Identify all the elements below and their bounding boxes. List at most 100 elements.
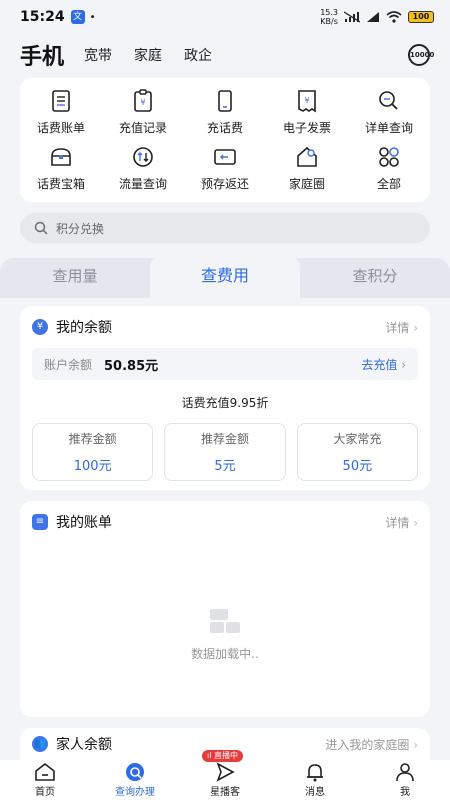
family-circle-icon xyxy=(297,146,317,167)
recharge-option[interactable]: 大家常充 50元 xyxy=(296,423,418,481)
bill-card: ≡ 我的账单 详情 数据加载中.. xyxy=(20,501,430,717)
grid-label: 电子发票 xyxy=(282,121,331,135)
nav-query[interactable]: 查询办理 xyxy=(90,762,180,798)
nav-profile[interactable]: 我 xyxy=(360,762,450,798)
data-query-icon xyxy=(133,147,153,167)
signal-icon xyxy=(367,12,379,22)
grid-label: 详单查询 xyxy=(364,121,413,135)
grid-item-detail-query[interactable]: 详单查询 xyxy=(348,84,430,140)
grid-item-treasure-box[interactable]: 话费宝箱 xyxy=(20,140,102,196)
recharge-record-icon: ¥ xyxy=(134,89,152,112)
query-tabs: 查用量 查费用 查积分 xyxy=(0,254,450,298)
loading-text: 数据加载中.. xyxy=(191,647,259,661)
nav-star-broadcast[interactable]: 星播客 xyxy=(180,762,270,798)
net-speed: 15.3 KB/s xyxy=(320,8,338,26)
function-grid: 话费账单 ¥ 充值记录 充话费 ¥ 电子发票 详单查询 话费宝箱 流量查询 预存… xyxy=(20,78,430,202)
recharge-link[interactable]: 去充值 xyxy=(361,356,406,373)
tab-enterprise[interactable]: 政企 xyxy=(184,45,212,65)
wifi-icon xyxy=(386,11,402,23)
nav-home[interactable]: 首页 xyxy=(0,762,90,798)
family-title: 家人余额 xyxy=(56,737,112,753)
nav-label: 消息 xyxy=(305,787,325,798)
prepay-return-icon xyxy=(214,149,236,165)
customer-service-icon[interactable]: 10000 xyxy=(408,44,434,66)
recharge-option[interactable]: 推荐金额 100元 xyxy=(32,423,154,481)
loading-placeholder-icon xyxy=(210,609,240,633)
grid-label: 预存返还 xyxy=(200,177,249,191)
grid-label: 话费账单 xyxy=(36,121,85,135)
grid-label: 全部 xyxy=(376,177,401,191)
nav-messages[interactable]: 消息 xyxy=(270,762,360,798)
grid-label: 充值记录 xyxy=(118,121,167,135)
tab-fees[interactable]: 查费用 xyxy=(150,258,300,296)
nav-label: 我 xyxy=(400,787,410,798)
grid-label: 家庭圈 xyxy=(288,177,325,191)
bill-loading: 数据加载中.. xyxy=(20,609,430,662)
tab-usage[interactable]: 查用量 xyxy=(0,258,150,296)
search-input[interactable]: 积分兑换 xyxy=(20,213,430,243)
account-balance-row: 账户余额 50.85元 去充值 xyxy=(32,348,418,380)
account-balance-value: 50.85元 xyxy=(104,358,159,374)
net-speed-value: 15.3 xyxy=(320,8,338,17)
home-icon xyxy=(35,762,55,781)
option-value: 50元 xyxy=(342,459,373,474)
signal-muted-icon xyxy=(344,11,360,23)
grid-item-all[interactable]: 全部 xyxy=(348,140,430,196)
grid-item-prepay-return[interactable]: 预存返还 xyxy=(184,140,266,196)
grid-label: 流量查询 xyxy=(118,177,167,191)
battery-icon: 100 xyxy=(408,11,434,23)
notification-dot-icon: • xyxy=(89,11,96,23)
tab-broadband[interactable]: 宽带 xyxy=(84,45,112,65)
nav-label: 星播客 xyxy=(210,787,240,798)
account-balance-label: 账户余额 xyxy=(44,357,93,372)
live-badge: ıl 直播中 xyxy=(202,750,243,762)
grid-item-bill[interactable]: 话费账单 xyxy=(20,84,102,140)
grid-item-recharge-record[interactable]: ¥ 充值记录 xyxy=(102,84,184,140)
svg-text:¥: ¥ xyxy=(140,98,145,107)
tab-family[interactable]: 家庭 xyxy=(134,45,162,65)
grid-item-phone-recharge[interactable]: 充话费 xyxy=(184,84,266,140)
bill-list-icon: ≡ xyxy=(32,514,48,530)
recharge-option[interactable]: 推荐金额 5元 xyxy=(164,423,286,481)
grid-label: 充话费 xyxy=(206,121,243,135)
balance-card-header: ¥ 我的余额 详情 xyxy=(20,306,430,348)
search-icon xyxy=(34,221,48,235)
option-title: 大家常充 xyxy=(333,432,382,446)
profile-icon xyxy=(396,763,414,782)
tab-mobile[interactable]: 手机 xyxy=(20,39,64,71)
balance-card: ¥ 我的余额 详情 账户余额 50.85元 去充值 话费充值9.95折 推荐金额… xyxy=(20,306,430,490)
grid-item-family-circle[interactable]: 家庭圈 xyxy=(266,140,348,196)
status-bar: 15:24 文 • 15.3 KB/s 100 xyxy=(0,0,450,34)
family-user-icon: 👥 xyxy=(32,736,48,752)
bottom-nav: 首页 查询办理 星播客 消息 我 xyxy=(0,760,450,800)
yuan-icon: ¥ xyxy=(32,319,48,335)
svg-text:¥: ¥ xyxy=(304,96,309,105)
star-broadcast-icon xyxy=(216,762,235,782)
bill-title: 我的账单 xyxy=(56,515,112,531)
notification-icon: 文 xyxy=(70,10,85,24)
live-wave-icon: ıl xyxy=(207,751,212,760)
balance-detail-link[interactable]: 详情 xyxy=(385,319,418,336)
option-title: 推荐金额 xyxy=(200,432,249,446)
balance-title: 我的余额 xyxy=(56,320,112,336)
option-value: 100元 xyxy=(73,459,112,474)
tab-points[interactable]: 查积分 xyxy=(300,258,450,296)
recharge-options: 推荐金额 100元 推荐金额 5元 大家常充 50元 xyxy=(32,423,418,481)
treasure-box-icon xyxy=(51,148,71,166)
option-value: 5元 xyxy=(214,459,236,474)
bill-card-header: ≡ 我的账单 详情 xyxy=(20,501,430,543)
recharge-promo: 话费充值9.95折 xyxy=(181,396,269,410)
grid-item-data-query[interactable]: 流量查询 xyxy=(102,140,184,196)
bell-icon xyxy=(307,764,323,782)
grid-item-invoice[interactable]: ¥ 电子发票 xyxy=(266,84,348,140)
query-icon xyxy=(126,763,144,781)
top-nav: 手机 宽带 家庭 政企 10000 xyxy=(0,34,450,76)
option-title: 推荐金额 xyxy=(68,432,117,446)
detail-query-icon xyxy=(379,91,398,110)
live-badge-text: 直播中 xyxy=(214,751,238,760)
grid-label: 话费宝箱 xyxy=(36,177,85,191)
nav-label: 查询办理 xyxy=(115,787,155,798)
family-circle-link[interactable]: 进入我的家庭圈 xyxy=(325,736,418,753)
bill-detail-link[interactable]: 详情 xyxy=(385,514,418,531)
net-speed-unit: KB/s xyxy=(320,17,338,26)
